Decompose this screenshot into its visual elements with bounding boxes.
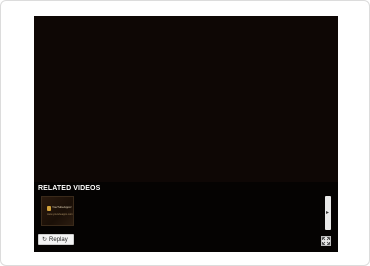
related-video-thumbnail[interactable]: YouTubeApps! www.youtubeapps.com (41, 196, 74, 226)
related-videos-heading: RELATED VIDEOS (38, 185, 101, 192)
related-videos-panel (34, 182, 338, 252)
video-player[interactable]: RELATED VIDEOS YouTubeApps! www.youtubea… (34, 16, 338, 252)
related-next-button[interactable]: ▸ (325, 196, 331, 230)
thumbnail-subtitle: www.youtubeapps.com (47, 213, 73, 216)
fullscreen-button[interactable] (321, 236, 331, 246)
replay-label: Replay (49, 236, 68, 243)
chevron-right-icon: ▸ (326, 210, 330, 216)
replay-button[interactable]: ↻ Replay (38, 234, 74, 245)
fullscreen-icon (322, 237, 330, 245)
thumbnail-title: YouTubeApps! (52, 205, 72, 209)
page-frame: RELATED VIDEOS YouTubeApps! www.youtubea… (0, 0, 370, 266)
thumbnail-logo (47, 206, 51, 211)
replay-icon: ↻ (42, 236, 48, 243)
